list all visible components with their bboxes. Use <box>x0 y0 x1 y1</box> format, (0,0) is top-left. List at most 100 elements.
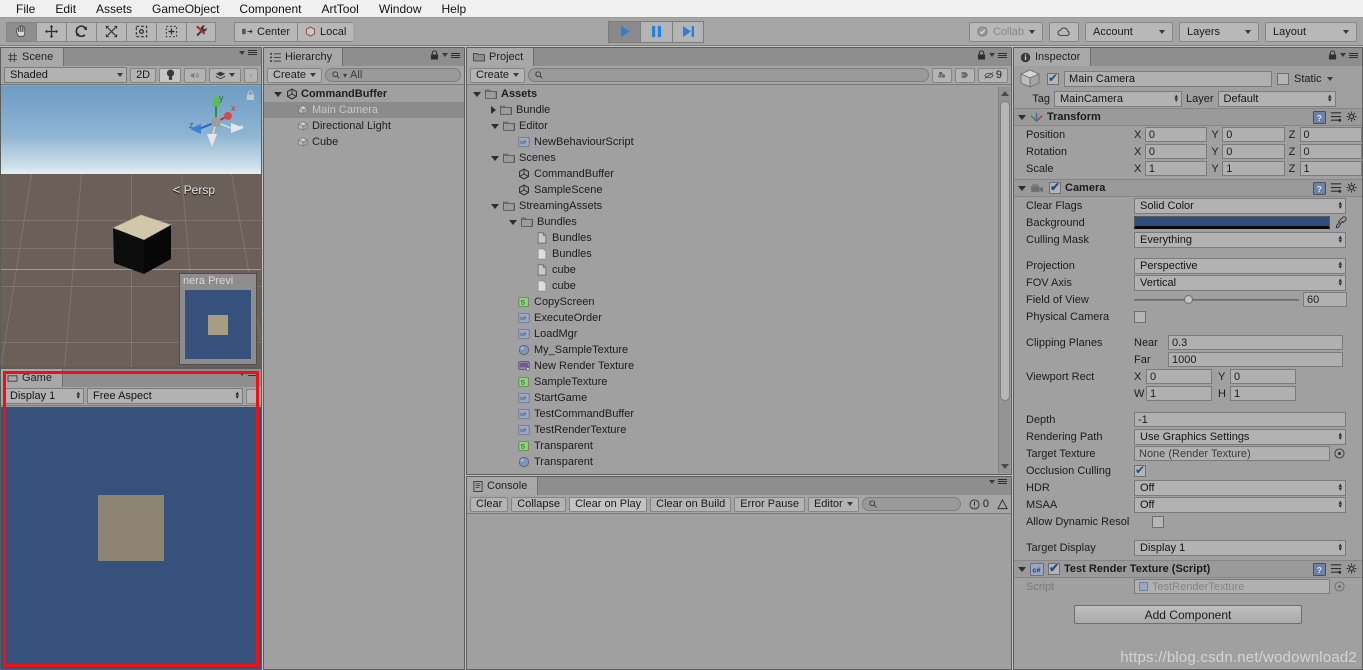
layers-button[interactable]: Layers <box>1179 21 1259 42</box>
project-item-bundle[interactable]: Bundle <box>467 102 1011 118</box>
viewport-y-value[interactable]: 0 <box>1230 369 1296 384</box>
physical-camera-checkbox[interactable] <box>1134 310 1146 323</box>
project-item-commandbuffer[interactable]: CommandBuffer <box>467 166 1011 182</box>
menu-icon[interactable] <box>998 52 1007 58</box>
project-item-transparent[interactable]: S Transparent <box>467 438 1011 454</box>
project-tab-tools[interactable] <box>977 50 1007 60</box>
toggle-2d-button[interactable]: 2D <box>130 67 157 83</box>
eyedropper-icon[interactable] <box>1334 216 1347 229</box>
custom-tool-button[interactable] <box>186 21 216 42</box>
tab-project[interactable]: Project <box>467 48 535 66</box>
hierarchy-item-main-camera[interactable]: Main Camera <box>264 102 464 118</box>
project-item-startgame[interactable]: c# StartGame <box>467 390 1011 406</box>
menu-item-assets[interactable]: Assets <box>86 0 142 18</box>
gear-icon[interactable] <box>1346 563 1358 575</box>
collapse-triangle-icon[interactable] <box>1018 566 1026 572</box>
project-search-input[interactable] <box>528 68 929 82</box>
layer-dropdown[interactable]: Default ▴ ▾ <box>1217 90 1336 107</box>
collapse-triangle-icon[interactable] <box>1018 114 1026 120</box>
transform-rotation-y[interactable]: 0 <box>1222 144 1285 159</box>
preset-icon[interactable] <box>1330 182 1342 194</box>
occlusion-culling-checkbox[interactable] <box>1134 463 1146 477</box>
help-icon[interactable]: ? <box>1313 181 1326 195</box>
project-item-new-render-texture[interactable]: New Render Texture <box>467 358 1011 374</box>
project-item-newbehaviourscript[interactable]: c# NewBehaviourScript <box>467 134 1011 150</box>
tab-hierarchy[interactable]: Hierarchy <box>264 48 344 66</box>
viewport-w-value[interactable]: 1 <box>1146 386 1212 401</box>
hierarchy-item-cube[interactable]: Cube <box>264 134 464 150</box>
project-item-streamingassets[interactable]: StreamingAssets <box>467 198 1011 214</box>
expand-triangle-right-icon[interactable] <box>491 106 496 114</box>
help-icon[interactable]: ? <box>1313 562 1326 576</box>
rotate-tool-button[interactable] <box>66 21 96 42</box>
script-value-field[interactable]: TestRenderTexture <box>1134 579 1330 594</box>
background-color-field[interactable] <box>1134 216 1330 229</box>
hidden-assets-button[interactable]: 9 <box>978 67 1008 83</box>
object-picker-icon[interactable] <box>1334 448 1345 459</box>
menu-item-arttool[interactable]: ArtTool <box>311 0 368 18</box>
component-tools[interactable]: ? <box>1313 110 1358 124</box>
shading-mode-dropdown[interactable]: Shaded <box>4 67 128 83</box>
tag-dropdown[interactable]: MainCamera ▴ ▾ <box>1054 90 1182 107</box>
filter-by-label-button[interactable] <box>955 67 975 83</box>
project-item-samplescene[interactable]: SampleScene <box>467 182 1011 198</box>
gear-icon[interactable] <box>1346 182 1358 194</box>
scene-fx-button[interactable] <box>209 67 242 83</box>
project-item-bundles[interactable]: Bundles <box>467 230 1011 246</box>
transform-position-z[interactable]: 0 <box>1299 127 1362 142</box>
gear-icon[interactable] <box>1346 111 1358 123</box>
scroll-up-arrow[interactable] <box>1001 91 1009 96</box>
transform-scale-z[interactable]: 1 <box>1299 161 1362 176</box>
hdr-dropdown[interactable]: Off ▴ ▾ <box>1134 479 1346 496</box>
object-enabled-checkbox[interactable] <box>1047 71 1059 85</box>
project-item-copyscreen[interactable]: S CopyScreen <box>467 294 1011 310</box>
project-item-transparent[interactable]: Transparent <box>467 454 1011 470</box>
culling-mask-dropdown[interactable]: Everything ▴ ▾ <box>1134 231 1346 248</box>
account-button[interactable]: Account <box>1085 21 1173 42</box>
project-item-scenes[interactable]: Scenes <box>467 150 1011 166</box>
project-item-cube[interactable]: cube <box>467 278 1011 294</box>
dynamic-resolution-checkbox[interactable] <box>1152 515 1164 528</box>
game-scale-button[interactable] <box>246 388 258 404</box>
tab-inspector[interactable]: Inspector <box>1014 48 1092 66</box>
hierarchy-list[interactable]: CommandBuffer Main Camera Directional Ligh… <box>264 86 464 669</box>
expand-triangle-down-icon[interactable] <box>491 123 499 129</box>
menu-item-window[interactable]: Window <box>369 0 432 18</box>
scene-lock-icon[interactable] <box>246 90 255 104</box>
transform-scale-y[interactable]: 1 <box>1222 161 1285 176</box>
depth-value[interactable]: -1 <box>1134 412 1346 427</box>
script-enabled-checkbox[interactable] <box>1048 561 1060 575</box>
game-viewport[interactable] <box>1 407 261 669</box>
far-value[interactable]: 1000 <box>1168 352 1343 367</box>
menu-icon[interactable] <box>451 52 460 58</box>
object-picker-icon[interactable] <box>1334 581 1345 592</box>
msaa-dropdown[interactable]: Off ▴ ▾ <box>1134 496 1346 513</box>
clear-flags-dropdown[interactable]: Solid Color ▴ ▾ <box>1134 197 1346 214</box>
project-item-bundles[interactable]: Bundles <box>467 246 1011 262</box>
console-collapse-button[interactable]: Collapse <box>511 496 567 512</box>
transform-rotation-z[interactable]: 0 <box>1299 144 1362 159</box>
menu-item-gameobject[interactable]: GameObject <box>142 0 229 18</box>
move-tool-button[interactable] <box>36 21 66 42</box>
step-button[interactable] <box>672 20 704 43</box>
scene-orientation-gizmo[interactable]: y x z <box>185 90 247 152</box>
viewport-x-value[interactable]: 0 <box>1146 369 1212 384</box>
collapse-triangle-icon[interactable] <box>1018 185 1026 191</box>
menu-icon[interactable] <box>1349 52 1358 58</box>
rect-tool-button[interactable] <box>126 21 156 42</box>
preset-icon[interactable] <box>1330 563 1342 575</box>
field-of-view-value[interactable]: 60 <box>1303 292 1347 307</box>
collab-button[interactable]: Collab <box>968 21 1043 42</box>
console-clear-on-play-button[interactable]: Clear on Play <box>569 496 648 512</box>
scene-search-button[interactable] <box>244 67 258 83</box>
expand-triangle-down-icon[interactable] <box>473 91 481 97</box>
display-dropdown[interactable]: Display 1 ▴ ▾ <box>4 388 84 404</box>
tab-game[interactable]: Game <box>1 369 63 387</box>
console-editor-dropdown[interactable]: Editor <box>807 496 859 512</box>
inspector-tab-tools[interactable] <box>1328 50 1358 60</box>
project-list[interactable]: Assets Bundle Editor c# NewBehaviourScript Sc… <box>467 86 1011 474</box>
project-scroll-thumb[interactable] <box>1000 101 1010 401</box>
project-create-button[interactable]: Create <box>470 67 526 83</box>
pivot-mode-button[interactable]: Center <box>234 21 298 42</box>
hierarchy-item-directional-light[interactable]: Directional Light <box>264 118 464 134</box>
